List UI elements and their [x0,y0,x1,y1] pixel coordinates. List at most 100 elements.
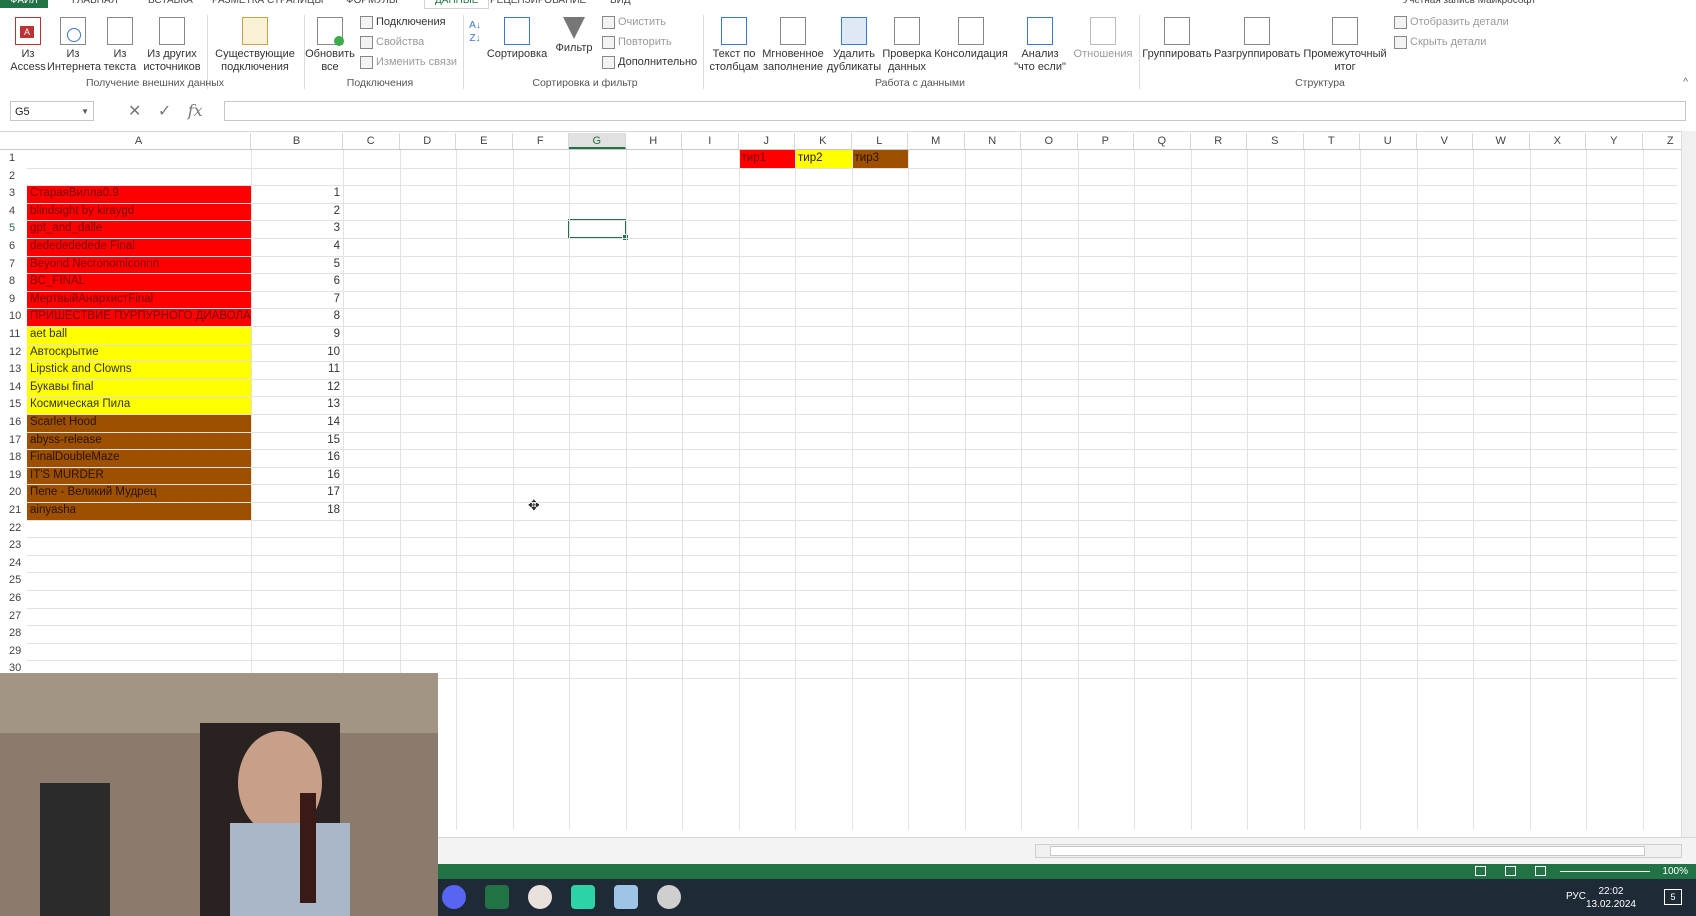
cell-b[interactable]: 10 [251,344,343,362]
cell-b[interactable]: 18 [251,502,343,520]
column-header-x[interactable]: X [1530,133,1586,149]
cell-a[interactable] [27,590,251,608]
from-text-button[interactable]: Из текста [100,13,140,74]
cell-b[interactable] [251,572,343,590]
cell-b[interactable] [251,537,343,555]
cell-b[interactable] [251,168,343,186]
normal-view-icon[interactable] [1475,866,1486,876]
column-header-s[interactable]: S [1247,133,1304,149]
existing-connections-button[interactable]: Существующие подключения [212,13,298,74]
discord-icon[interactable] [442,885,466,909]
column-header-h[interactable]: H [626,133,682,149]
cell-a[interactable] [27,643,251,661]
cell-b[interactable]: 3 [251,220,343,238]
column-header-t[interactable]: T [1304,133,1360,149]
cell-b[interactable]: 6 [251,273,343,291]
notes-app-icon[interactable] [614,885,638,909]
sort-button[interactable]: Сортировка [486,13,548,61]
row-header[interactable]: 17 [0,432,27,450]
cell-b[interactable] [251,555,343,573]
cell-a[interactable] [27,520,251,538]
cell-b[interactable]: 5 [251,256,343,274]
cell-b[interactable] [251,150,343,168]
tab-item[interactable]: ГЛАВНАЯ [72,0,118,8]
cell-a[interactable]: gpt_and_dalle [27,220,251,238]
row-header[interactable]: 15 [0,396,27,414]
clear-filter-button[interactable]: Очистить [602,13,666,31]
tab-item[interactable]: ДАННЫЕ [424,0,490,9]
account-label[interactable]: Учетная запись Майкрософт [1403,0,1536,6]
row-header[interactable]: 4 [0,203,27,221]
relationships-button[interactable]: Отношения [1072,13,1134,61]
cell-b[interactable]: 8 [251,308,343,326]
cell-b[interactable] [251,590,343,608]
cell-b[interactable]: 16 [251,467,343,485]
cell-b[interactable] [251,520,343,538]
cell-a[interactable]: СтараяВилла0.9 [27,185,251,203]
input-language[interactable]: РУС [1566,891,1586,902]
row-header[interactable]: 26 [0,590,27,608]
column-header-l[interactable]: L [852,133,908,149]
cell-a[interactable] [27,625,251,643]
row-header[interactable]: 21 [0,502,27,520]
cell-b[interactable]: 12 [251,379,343,397]
what-if-button[interactable]: Анализ "что если" [1010,13,1070,74]
cell-b[interactable]: 7 [251,291,343,309]
from-web-button[interactable]: Из Интернета [47,13,101,74]
cell-a[interactable]: Scarlet Hood [27,414,251,432]
cell-b[interactable]: 1 [251,185,343,203]
chevron-down-icon[interactable]: ▼ [81,102,89,122]
row-header[interactable]: 22 [0,520,27,538]
cell-b[interactable]: 4 [251,238,343,256]
from-other-button[interactable]: Из других источников [142,13,202,74]
column-header-i[interactable]: I [682,133,739,149]
row-header[interactable]: 25 [0,572,27,590]
scroll-thumb[interactable] [1050,846,1645,856]
tab-item[interactable]: ВИД [610,0,631,8]
connections-button[interactable]: Подключения [360,13,446,31]
formula-input[interactable] [224,101,1686,121]
cell-b[interactable] [251,608,343,626]
column-header-d[interactable]: D [400,133,456,149]
column-header-c[interactable]: C [343,133,400,149]
group-button[interactable]: Группировать [1142,13,1212,61]
sort-az-button[interactable]: A↓ Z↓ [467,19,483,45]
row-header[interactable]: 6 [0,238,27,256]
cell-a[interactable]: IT'S MURDER [27,466,251,485]
row-header[interactable]: 29 [0,643,27,661]
cell-a[interactable] [27,572,251,590]
name-box[interactable]: G5 ▼ [10,101,94,121]
streaming-app-icon[interactable] [571,885,595,909]
reapply-button[interactable]: Повторить [602,33,672,51]
cell-a[interactable]: Букавы final [27,378,251,397]
row-header[interactable]: 7 [0,256,27,274]
cell-a[interactable]: ainyasha [27,502,251,520]
page-layout-icon[interactable] [1505,866,1516,876]
column-header-p[interactable]: P [1078,133,1134,149]
notifications-icon[interactable]: 5 [1664,889,1682,905]
remove-duplicates-button[interactable]: Удалить дубликаты [826,13,882,74]
cell-a[interactable]: dededededede Final [27,238,251,256]
enter-icon[interactable]: ✓ [158,103,171,120]
cell-a[interactable] [27,608,251,626]
flash-fill-button[interactable]: Мгновенное заполнение [760,13,826,74]
column-header-y[interactable]: Y [1586,133,1643,149]
tab-item[interactable]: ВСТАВКА [148,0,193,8]
column-header-j[interactable]: J [739,133,795,149]
cell-b[interactable]: 11 [251,361,343,379]
cell-b[interactable]: 14 [251,414,343,432]
tab-item[interactable]: РАЗМЕТКА СТРАНИЦЫ [212,0,323,8]
cell-a[interactable]: ПРИШЕСТВИЕ ПУРПУРНОГО ДИАВОЛА [27,308,251,326]
text-to-columns-button[interactable]: Текст по столбцам [708,13,760,74]
cell-b[interactable]: 17 [251,484,343,502]
cell-a[interactable] [27,555,251,573]
selected-cell-g5[interactable] [568,219,629,241]
column-header-v[interactable]: V [1417,133,1473,149]
row-header[interactable]: 27 [0,608,27,626]
row-header[interactable]: 18 [0,449,27,467]
cell-a[interactable]: Lipstick and Clowns [27,361,251,379]
row-header[interactable]: 16 [0,414,27,432]
properties-button[interactable]: Свойства [360,33,424,51]
tool-app-icon[interactable] [657,885,681,909]
column-header-e[interactable]: E [456,133,513,149]
